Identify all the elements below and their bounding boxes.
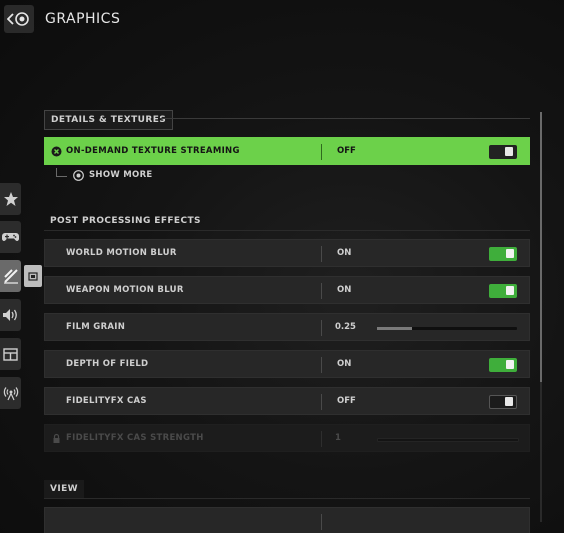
close-circle-icon bbox=[51, 146, 62, 157]
row-label: FIDELITYFX CAS STRENGTH bbox=[66, 433, 204, 443]
sidebar-badge bbox=[24, 265, 42, 287]
sidebar-item-audio[interactable] bbox=[0, 299, 21, 331]
top-bar: GRAPHICS bbox=[0, 0, 564, 40]
speaker-icon bbox=[3, 309, 17, 321]
sidebar-item-controller[interactable] bbox=[0, 221, 21, 253]
slider-track bbox=[377, 438, 519, 442]
row-value: ON bbox=[337, 359, 352, 369]
row-divider bbox=[321, 357, 322, 373]
section-post-processing: POST PROCESSING EFFECTS bbox=[50, 216, 201, 226]
sidebar-item-graphics[interactable] bbox=[0, 260, 21, 292]
scrollbar-thumb[interactable] bbox=[540, 112, 542, 382]
row-divider bbox=[321, 514, 322, 530]
row-label: ON-DEMAND TEXTURE STREAMING bbox=[66, 146, 240, 156]
row-view-partial[interactable] bbox=[44, 507, 530, 533]
row-divider bbox=[321, 246, 322, 262]
toggle-knob bbox=[506, 286, 514, 295]
scrollbar[interactable] bbox=[540, 112, 542, 522]
gamepad-icon bbox=[2, 233, 19, 241]
sidebar-item-favorites[interactable] bbox=[0, 183, 21, 215]
sidebar-item-network[interactable] bbox=[0, 377, 21, 409]
row-fidelityfx-cas-strength: FIDELITYFX CAS STRENGTH 1 bbox=[44, 424, 530, 452]
section-details-textures: DETAILS & TEXTURES bbox=[44, 110, 174, 130]
row-label: DEPTH OF FIELD bbox=[66, 359, 149, 369]
toggle-switch[interactable] bbox=[489, 145, 517, 159]
show-more-label: SHOW MORE bbox=[89, 170, 153, 180]
row-value: OFF bbox=[337, 146, 356, 156]
row-value: 0.25 bbox=[335, 322, 356, 332]
row-label: WORLD MOTION BLUR bbox=[66, 248, 177, 258]
row-label: FIDELITYFX CAS bbox=[66, 396, 147, 406]
back-button[interactable] bbox=[4, 5, 34, 33]
toggle-knob bbox=[505, 397, 513, 406]
back-arrow-eye-icon bbox=[7, 12, 29, 26]
show-more-button[interactable]: SHOW MORE bbox=[56, 167, 153, 182]
row-value: ON bbox=[337, 248, 352, 258]
row-divider bbox=[321, 431, 322, 447]
row-value: OFF bbox=[337, 396, 356, 406]
row-divider bbox=[321, 283, 322, 299]
tree-connector bbox=[56, 167, 67, 177]
toggle-switch[interactable] bbox=[489, 395, 517, 409]
row-label: FILM GRAIN bbox=[66, 322, 126, 332]
row-depth-of-field[interactable]: DEPTH OF FIELD ON bbox=[44, 350, 530, 378]
slider-fill bbox=[377, 327, 412, 330]
row-weapon-motion-blur[interactable]: WEAPON MOTION BLUR ON bbox=[44, 276, 530, 304]
battery-icon bbox=[28, 272, 38, 281]
toggle-knob bbox=[505, 147, 513, 156]
row-world-motion-blur[interactable]: WORLD MOTION BLUR ON bbox=[44, 239, 530, 267]
row-divider bbox=[321, 394, 322, 410]
row-film-grain[interactable]: FILM GRAIN 0.25 bbox=[44, 313, 530, 341]
toggle-knob bbox=[506, 249, 514, 258]
section-divider bbox=[44, 498, 530, 499]
row-value: 1 bbox=[335, 433, 341, 443]
star-icon bbox=[3, 192, 18, 206]
plus-circle-icon bbox=[73, 169, 84, 181]
toggle-switch[interactable] bbox=[489, 284, 517, 298]
row-on-demand-texture-streaming[interactable]: ON-DEMAND TEXTURE STREAMING OFF bbox=[44, 137, 530, 165]
section-divider bbox=[44, 230, 530, 231]
row-divider bbox=[321, 320, 322, 336]
toggle-knob bbox=[506, 360, 514, 369]
broadcast-icon bbox=[3, 387, 18, 401]
row-label: WEAPON MOTION BLUR bbox=[66, 285, 184, 295]
sidebar-item-interface[interactable] bbox=[0, 338, 21, 370]
toggle-switch[interactable] bbox=[489, 247, 517, 261]
row-divider bbox=[321, 144, 322, 160]
toggle-switch[interactable] bbox=[489, 358, 517, 372]
row-fidelityfx-cas[interactable]: FIDELITYFX CAS OFF bbox=[44, 387, 530, 415]
page-title: GRAPHICS bbox=[45, 11, 121, 27]
layout-icon bbox=[3, 347, 18, 361]
lock-icon bbox=[53, 433, 60, 443]
section-divider bbox=[160, 118, 530, 119]
slider-track[interactable] bbox=[377, 327, 517, 330]
section-view: VIEW bbox=[44, 480, 84, 498]
graphics-icon bbox=[3, 269, 18, 284]
row-value: ON bbox=[337, 285, 352, 295]
